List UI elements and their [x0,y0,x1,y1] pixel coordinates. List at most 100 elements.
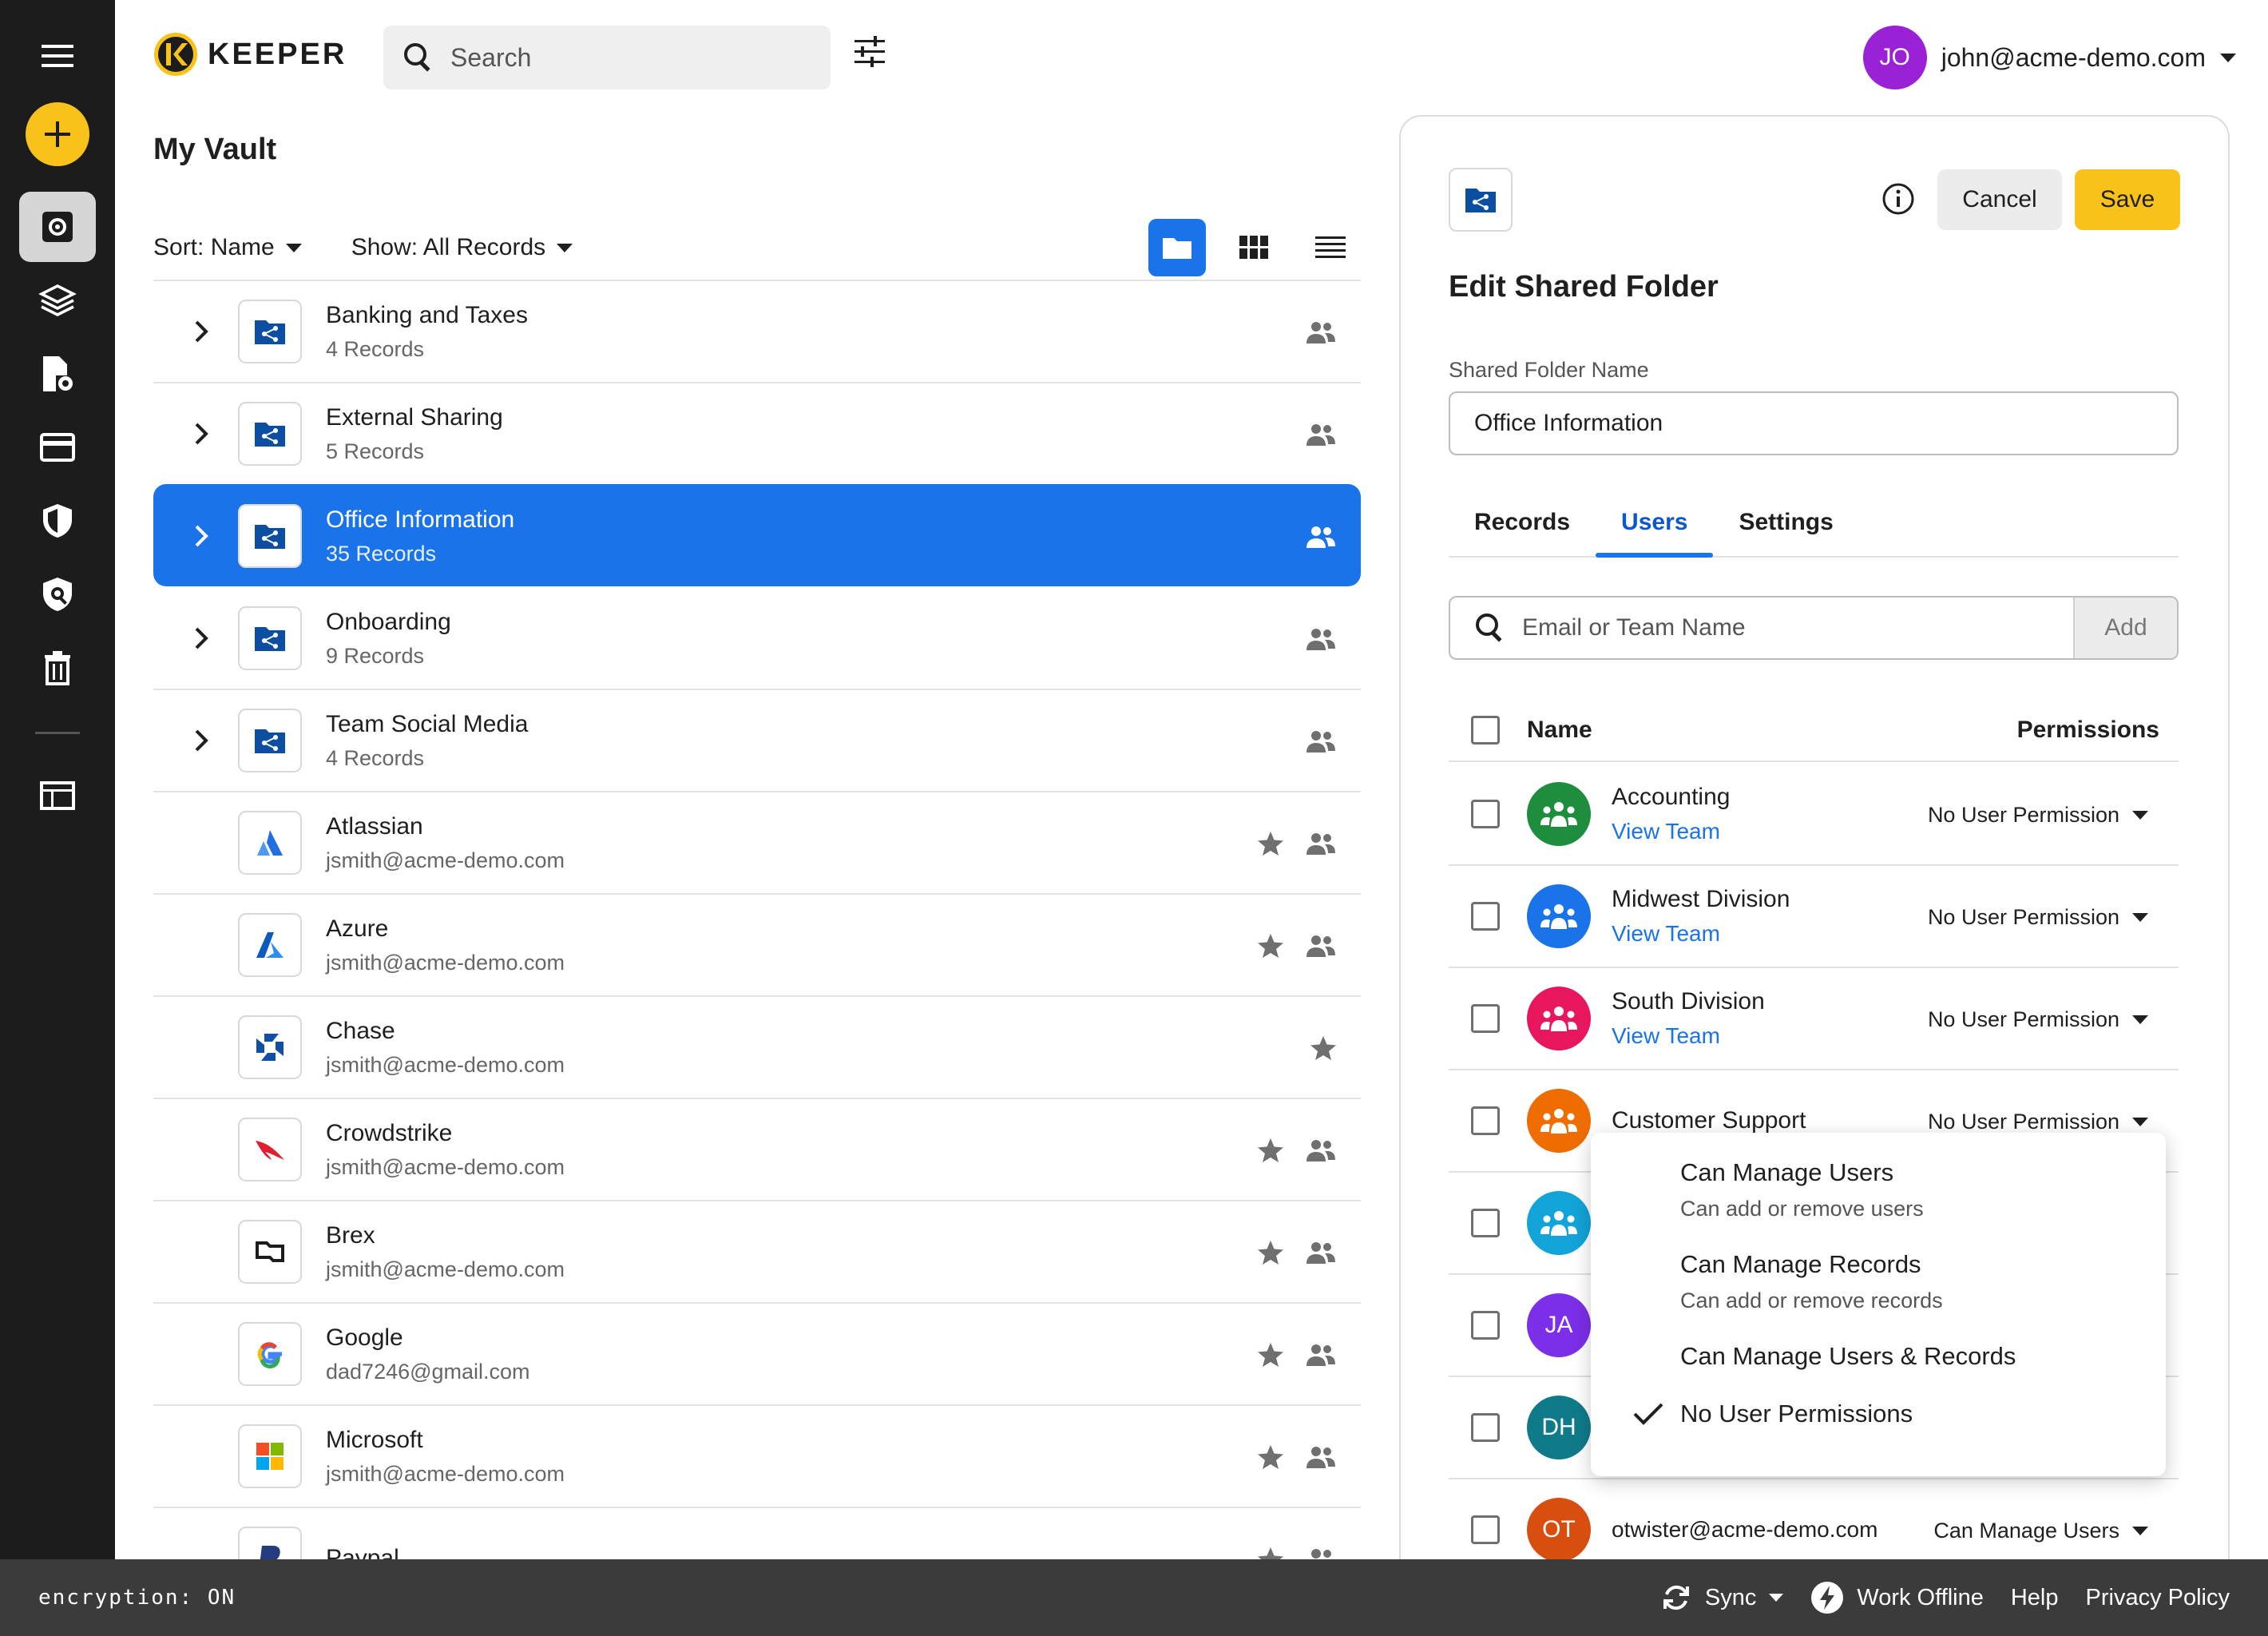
chevron-right-icon[interactable] [193,422,209,446]
chevron-right-icon[interactable] [193,626,209,650]
star-icon[interactable] [1310,1035,1337,1061]
layers-icon[interactable] [19,265,96,336]
chevron-right-icon[interactable] [193,320,209,343]
row-subtitle: 4 Records [326,745,425,770]
menu-icon[interactable] [19,21,96,91]
google-logo-icon [238,1322,302,1386]
sort-dropdown[interactable]: Sort: Name [153,234,302,261]
sync-button[interactable]: Sync [1660,1582,1784,1614]
shared-users-icon[interactable] [1305,1240,1337,1265]
view-team-link[interactable]: View Team [1612,819,1730,844]
chevron-down-icon [2132,1526,2148,1535]
shared-users-icon[interactable] [1305,831,1337,856]
select-all-checkbox[interactable] [1471,716,1500,745]
vault-icon[interactable] [19,192,96,262]
work-offline-button[interactable]: Work Offline [1810,1581,1984,1614]
permission-dropdown[interactable]: Can Manage Users [1933,1479,2148,1559]
help-link[interactable]: Help [2011,1585,2059,1611]
star-icon[interactable] [1257,831,1284,856]
row-checkbox[interactable] [1471,1311,1500,1340]
shared-users-icon[interactable] [1305,320,1337,345]
trash-icon[interactable] [19,633,96,703]
record-row[interactable]: Paypal [153,1507,1361,1559]
cancel-button[interactable]: Cancel [1937,169,2062,230]
user-search-input[interactable]: Email or Team Name [1522,614,2073,641]
shield-icon[interactable] [19,486,96,556]
card-icon[interactable] [19,412,96,482]
star-icon[interactable] [1257,1138,1284,1163]
chevron-right-icon[interactable] [193,524,209,548]
filter-icon[interactable] [853,35,886,67]
folder-row[interactable]: Office Information 35 Records [153,484,1361,586]
brex-logo-icon [238,1220,302,1284]
search-bar[interactable]: Search [383,26,831,89]
permission-dropdown[interactable]: No User Permission [1928,764,2148,866]
add-button[interactable]: Add [2073,598,2177,658]
row-checkbox[interactable] [1471,1413,1500,1442]
permission-option[interactable]: Can Manage Users & Records [1591,1342,2166,1371]
shared-users-icon[interactable] [1305,1547,1337,1559]
file-settings-icon[interactable] [19,339,96,409]
folder-row[interactable]: Team Social Media 4 Records [153,689,1361,791]
record-row[interactable]: Microsoft jsmith@acme-demo.com [153,1404,1361,1507]
permission-option[interactable]: Can Manage Records Can add or remove reco… [1591,1250,2166,1313]
sync-label: Sync [1704,1584,1757,1610]
layout-icon[interactable] [19,760,96,831]
row-checkbox[interactable] [1471,1515,1500,1544]
record-row[interactable]: Chase jsmith@acme-demo.com [153,995,1361,1098]
account-menu[interactable]: JO john@acme-demo.com [1862,26,2236,89]
record-row[interactable]: Google dad7246@gmail.com [153,1302,1361,1404]
record-row[interactable]: Crowdstrike jsmith@acme-demo.com [153,1098,1361,1200]
option-title: Can Manage Users [1680,1158,1894,1186]
grid-view-icon[interactable] [1225,219,1283,276]
star-icon[interactable] [1257,933,1284,959]
star-icon[interactable] [1257,1240,1284,1265]
show-dropdown[interactable]: Show: All Records [351,234,573,261]
tab-settings[interactable]: Settings [1713,489,1858,556]
breach-watch-icon[interactable] [19,559,96,629]
save-button[interactable]: Save [2075,169,2180,230]
shared-folder-icon [238,709,302,772]
shared-users-icon[interactable] [1305,626,1337,652]
record-row[interactable]: Atlassian jsmith@acme-demo.com [153,791,1361,893]
row-checkbox[interactable] [1471,1106,1500,1135]
row-checkbox[interactable] [1471,1004,1500,1033]
permission-dropdown[interactable]: No User Permission [1928,968,2148,1070]
permission-option[interactable]: Can Manage Users Can add or remove users [1591,1158,2166,1221]
view-team-link[interactable]: View Team [1612,921,1790,947]
info-icon[interactable] [1881,182,1915,216]
paypal-logo-icon [238,1527,302,1559]
row-checkbox[interactable] [1471,1209,1500,1237]
folder-row[interactable]: External Sharing 5 Records [153,382,1361,484]
folder-row[interactable]: Banking and Taxes 4 Records [153,280,1361,382]
record-row[interactable]: Brex jsmith@acme-demo.com [153,1200,1361,1302]
tab-users[interactable]: Users [1596,489,1714,558]
shared-users-icon[interactable] [1305,729,1337,754]
star-icon[interactable] [1257,1342,1284,1368]
record-row[interactable]: Azure jsmith@acme-demo.com [153,893,1361,995]
folder-view-icon[interactable] [1148,219,1206,276]
star-icon[interactable] [1257,1444,1284,1470]
row-checkbox[interactable] [1471,800,1500,828]
permission-option[interactable]: No User Permissions [1591,1400,2166,1428]
chevron-right-icon[interactable] [193,729,209,752]
view-team-link[interactable]: View Team [1612,1023,1765,1049]
shared-users-icon[interactable] [1305,1138,1337,1163]
tab-records[interactable]: Records [1449,489,1596,556]
list-view-icon[interactable] [1302,219,1359,276]
row-checkbox[interactable] [1471,902,1500,931]
folder-row[interactable]: Onboarding 9 Records [153,586,1361,689]
permission-dropdown[interactable]: No User Permission [1928,866,2148,968]
privacy-policy-link[interactable]: Privacy Policy [2086,1585,2230,1611]
chevron-down-icon [2132,1015,2148,1024]
search-input[interactable]: Search [450,43,531,73]
shared-users-icon[interactable] [1305,422,1337,447]
add-icon[interactable] [26,102,89,166]
shared-users-icon[interactable] [1305,1342,1337,1368]
star-icon[interactable] [1257,1547,1284,1559]
shared-users-icon[interactable] [1305,524,1337,550]
avatar: DH [1527,1396,1591,1459]
shared-users-icon[interactable] [1305,933,1337,959]
folder-name-field[interactable]: Office Information [1449,391,2179,455]
shared-users-icon[interactable] [1305,1444,1337,1470]
